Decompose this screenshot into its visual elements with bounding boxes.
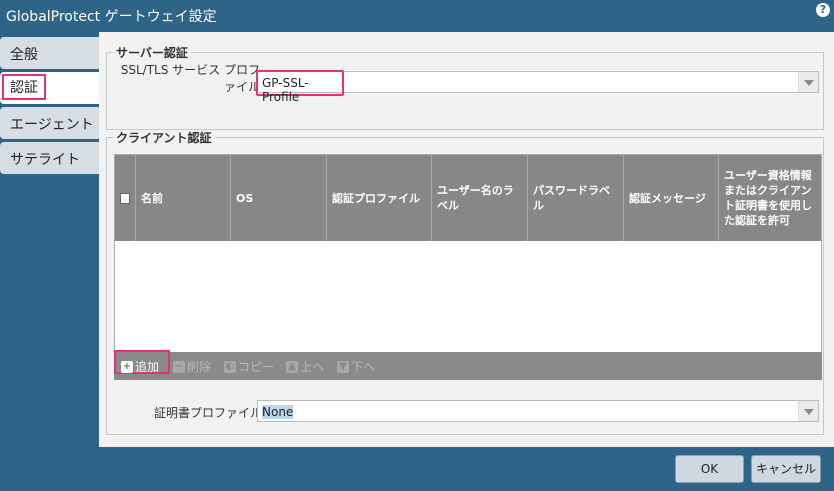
add-button[interactable]: + 追加 [121,358,159,375]
cert-profile-select[interactable]: None [257,400,819,422]
cert-profile-value: None [262,405,294,419]
window-title: GlobalProtect ゲートウェイ設定 [6,9,217,25]
cert-profile-label: 証明書プロファイル [154,406,263,420]
title-bar: GlobalProtect ゲートウェイ設定 ? [0,0,834,30]
tab-satellite[interactable]: サテライト [0,142,99,174]
delete-label: 削除 [187,360,212,374]
col-allow-credential-or-cert[interactable]: ユーザー資格情報またはクライアント証明書を使用した認証を許可 [719,155,821,241]
ssl-profile-value-highlight: GP-SSL-Profile [256,70,344,104]
add-label: 追加 [135,360,160,374]
select-all-checkbox[interactable] [120,192,130,204]
ok-button[interactable]: OK [675,455,744,483]
tab-general[interactable]: 全般 [0,37,99,69]
move-up-button[interactable]: ▲ 上へ [286,358,324,375]
col-os[interactable]: OS [231,155,327,241]
client-auth-table: 名前 OS 認証プロファイル ユーザー名のラベル パスワードラベル 認証メッセー… [114,154,822,380]
server-auth-legend: サーバー認証 [116,46,188,60]
tab-satellite-label: サテライト [10,152,80,168]
chevron-down-icon[interactable] [798,401,818,421]
delete-button[interactable]: − 削除 [173,358,211,375]
dialog-footer: OK キャンセル [0,447,834,491]
cert-profile-value-wrap: None [262,405,294,419]
cancel-button[interactable]: キャンセル [751,455,821,483]
sidebar: 全般 認証 エージェント サテライト [0,37,99,177]
move-down-label: 下へ [351,360,376,374]
table-header: 名前 OS 認証プロファイル ユーザー名のラベル パスワードラベル 認証メッセー… [115,155,821,241]
arrow-down-icon: ▼ [337,360,349,373]
tab-authentication[interactable]: 認証 [0,72,99,104]
minus-icon: − [173,360,185,373]
col-name[interactable]: 名前 [136,155,231,241]
col-auth-profile[interactable]: 認証プロファイル [327,155,432,241]
copy-button[interactable]: ◐ コピー [224,358,274,375]
select-all-cell [115,155,136,241]
col-password-label[interactable]: パスワードラベル [528,155,624,241]
copy-icon: ◐ [224,360,236,373]
main-panel: サーバー認証 SSL/TLS サービス プロファイル GP-SSL-Profil… [99,32,834,447]
ssl-profile-label: SSL/TLS サービス プロファイル [120,63,260,94]
tab-agent[interactable]: エージェント [0,107,99,139]
copy-label: コピー [238,360,275,374]
col-username-label[interactable]: ユーザー名のラベル [432,155,528,241]
arrow-up-icon: ▲ [286,360,298,373]
help-icon[interactable]: ? [816,3,830,17]
client-auth-legend: クライアント認証 [116,131,212,145]
ssl-profile-value: GP-SSL-Profile [262,76,309,104]
table-toolbar: + 追加 − 削除 ◐ コピー ▲ 上へ ▼ 下へ [114,350,822,380]
tab-general-label: 全般 [10,47,38,63]
col-auth-message[interactable]: 認証メッセージ [624,155,719,241]
chevron-down-icon[interactable] [798,72,818,92]
tab-agent-label: エージェント [10,117,94,133]
move-up-label: 上へ [300,360,325,374]
ssl-profile-select[interactable]: GP-SSL-Profile [256,70,819,104]
plus-icon: + [121,360,133,373]
move-down-button[interactable]: ▼ 下へ [337,358,375,375]
tab-authentication-label: 認証 [2,74,46,100]
